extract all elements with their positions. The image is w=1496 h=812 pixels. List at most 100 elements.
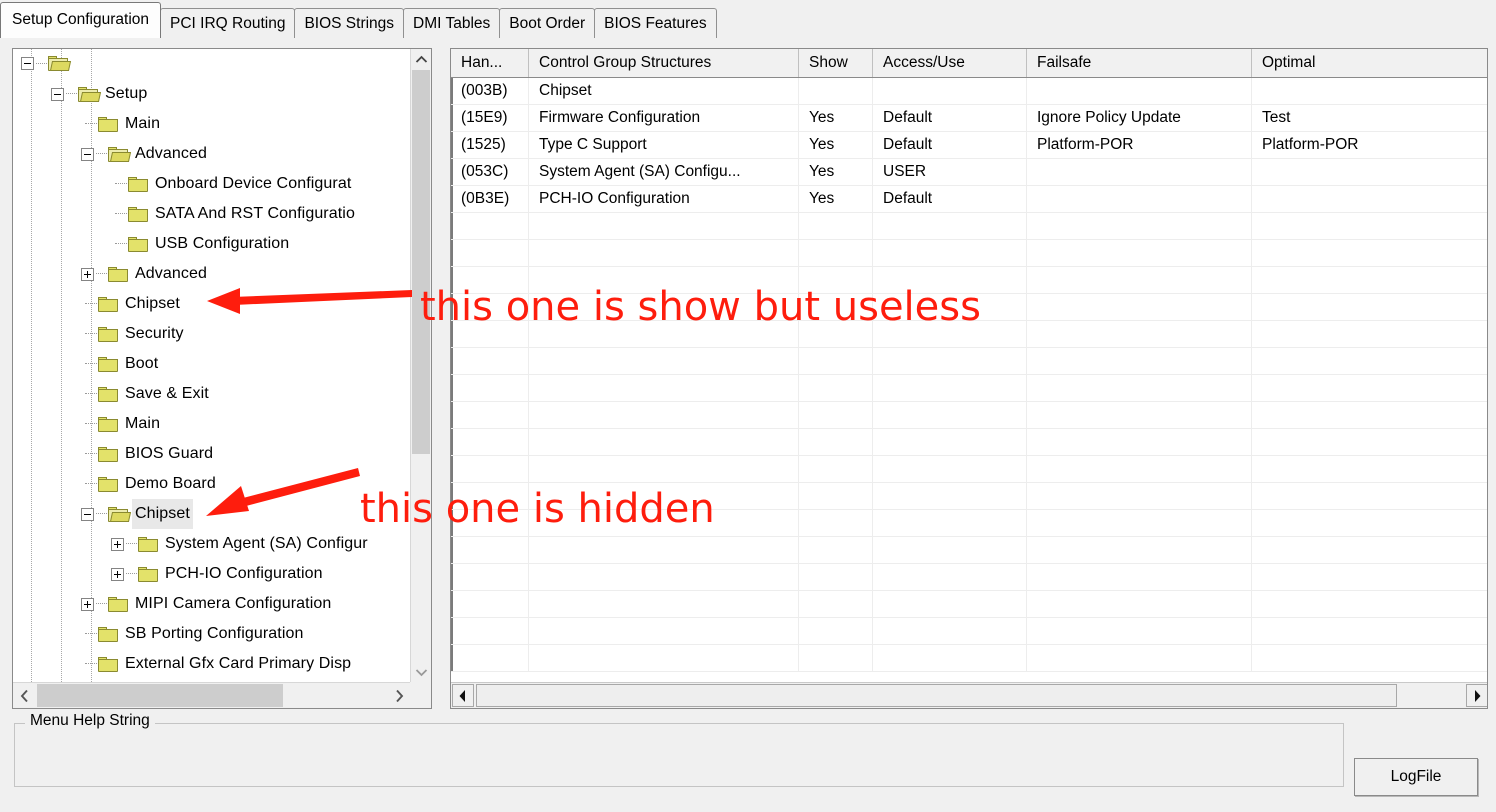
- logfile-button[interactable]: LogFile: [1354, 758, 1478, 796]
- table-row-empty[interactable]: [451, 537, 1487, 564]
- table-cell[interactable]: Yes: [799, 186, 873, 212]
- table-cell[interactable]: [1252, 213, 1487, 239]
- table-cell[interactable]: (0B3E): [451, 186, 529, 212]
- table-cell[interactable]: [799, 321, 873, 347]
- table-cell[interactable]: [529, 321, 799, 347]
- collapse-icon[interactable]: [21, 57, 34, 71]
- table-cell[interactable]: [1027, 213, 1252, 239]
- table-cell[interactable]: [1027, 618, 1252, 644]
- table-cell[interactable]: (15E9): [451, 105, 529, 131]
- table-cell[interactable]: [799, 645, 873, 671]
- table-cell[interactable]: [1027, 240, 1252, 266]
- table-cell[interactable]: [1252, 483, 1487, 509]
- table-cell[interactable]: [799, 510, 873, 536]
- table-row[interactable]: (15E9) Firmware Configuration Yes Default Ig…: [451, 105, 1487, 132]
- table-cell[interactable]: [1252, 267, 1487, 293]
- table-cell[interactable]: [799, 267, 873, 293]
- table-cell[interactable]: [1252, 402, 1487, 428]
- tree-item[interactable]: [13, 49, 411, 79]
- table-cell[interactable]: [799, 483, 873, 509]
- table-cell[interactable]: Platform-POR: [1027, 132, 1252, 158]
- table-row-empty[interactable]: [451, 645, 1487, 672]
- table-cell[interactable]: Yes: [799, 132, 873, 158]
- table-row-empty[interactable]: [451, 618, 1487, 645]
- table-row-empty[interactable]: [451, 267, 1487, 294]
- table-cell[interactable]: [1027, 348, 1252, 374]
- table-cell[interactable]: [1027, 159, 1252, 185]
- table-row-empty[interactable]: [451, 402, 1487, 429]
- tab-setup-configuration[interactable]: Setup Configuration: [0, 2, 162, 38]
- table-cell[interactable]: Default: [873, 132, 1027, 158]
- table-cell[interactable]: System Agent (SA) Configu...: [529, 159, 799, 185]
- table-cell[interactable]: [529, 618, 799, 644]
- table-cell[interactable]: [529, 645, 799, 671]
- table-cell[interactable]: Default: [873, 105, 1027, 131]
- tree-item[interactable]: Save & Exit: [13, 379, 411, 409]
- table-cell[interactable]: [451, 645, 529, 671]
- table-cell[interactable]: [1027, 78, 1252, 104]
- tab-boot-order[interactable]: Boot Order: [499, 8, 596, 38]
- table-cell[interactable]: [529, 375, 799, 401]
- table-cell[interactable]: [451, 240, 529, 266]
- tab-bios-strings[interactable]: BIOS Strings: [294, 8, 405, 38]
- table-row[interactable]: (053C) System Agent (SA) Configu... Yes USE…: [451, 159, 1487, 186]
- grid-horizontal-scrollbar[interactable]: [451, 682, 1487, 708]
- table-cell[interactable]: [1027, 483, 1252, 509]
- chevron-right-icon[interactable]: [388, 683, 411, 708]
- tree-item[interactable]: Chipset: [13, 499, 411, 529]
- table-cell[interactable]: [451, 213, 529, 239]
- table-cell[interactable]: [451, 564, 529, 590]
- tree-item[interactable]: Onboard Device Configurat: [13, 169, 411, 199]
- tree-item[interactable]: SB Porting Configuration: [13, 619, 411, 649]
- tree-item[interactable]: External Gfx Card Primary Disp: [13, 649, 411, 679]
- grid-column-header[interactable]: Failsafe: [1027, 49, 1252, 77]
- table-cell[interactable]: [1027, 375, 1252, 401]
- tree-item[interactable]: Demo Board: [13, 469, 411, 499]
- table-cell[interactable]: [1252, 294, 1487, 320]
- table-cell[interactable]: [529, 240, 799, 266]
- table-cell[interactable]: [1252, 591, 1487, 617]
- tree-item[interactable]: SATA And RST Configuratio: [13, 199, 411, 229]
- table-cell[interactable]: [873, 429, 1027, 455]
- table-cell[interactable]: [799, 294, 873, 320]
- table-cell[interactable]: [451, 618, 529, 644]
- tab-pci-irq-routing[interactable]: PCI IRQ Routing: [160, 8, 296, 38]
- table-cell[interactable]: [451, 402, 529, 428]
- tree-item[interactable]: Security: [13, 319, 411, 349]
- table-cell[interactable]: [1027, 186, 1252, 212]
- table-cell[interactable]: [799, 537, 873, 563]
- table-cell[interactable]: PCH-IO Configuration: [529, 186, 799, 212]
- tree-hscroll-thumb[interactable]: [37, 684, 283, 707]
- table-cell[interactable]: [1252, 186, 1487, 212]
- table-row[interactable]: (003B) Chipset: [451, 78, 1487, 105]
- table-row-empty[interactable]: [451, 294, 1487, 321]
- table-cell[interactable]: [529, 213, 799, 239]
- table-cell[interactable]: [799, 429, 873, 455]
- table-cell[interactable]: [873, 618, 1027, 644]
- chevron-down-icon[interactable]: [411, 662, 431, 682]
- table-cell[interactable]: [873, 645, 1027, 671]
- table-cell[interactable]: [1252, 240, 1487, 266]
- table-cell[interactable]: Yes: [799, 159, 873, 185]
- tree-item[interactable]: BIOS Guard: [13, 439, 411, 469]
- table-cell[interactable]: [451, 375, 529, 401]
- table-cell[interactable]: [1252, 456, 1487, 482]
- collapse-icon[interactable]: [81, 147, 94, 161]
- setup-tree-panel[interactable]: Setup Main Advanced Onboard Device Configur…: [12, 48, 432, 709]
- table-cell[interactable]: Platform-POR: [1252, 132, 1487, 158]
- table-cell[interactable]: [451, 510, 529, 536]
- expand-icon[interactable]: [81, 267, 94, 281]
- table-cell[interactable]: [1252, 78, 1487, 104]
- grid-body[interactable]: (003B) Chipset (15E9) Firmware Configuratio…: [451, 78, 1487, 683]
- table-cell[interactable]: (003B): [451, 78, 529, 104]
- table-cell[interactable]: Test: [1252, 105, 1487, 131]
- table-row-empty[interactable]: [451, 591, 1487, 618]
- collapse-icon[interactable]: [51, 87, 64, 101]
- table-cell[interactable]: [451, 294, 529, 320]
- triangle-right-icon[interactable]: [1466, 684, 1487, 707]
- table-cell[interactable]: [1027, 294, 1252, 320]
- expand-icon[interactable]: [81, 597, 94, 611]
- table-cell[interactable]: [1027, 456, 1252, 482]
- table-cell[interactable]: [873, 375, 1027, 401]
- table-cell[interactable]: [529, 591, 799, 617]
